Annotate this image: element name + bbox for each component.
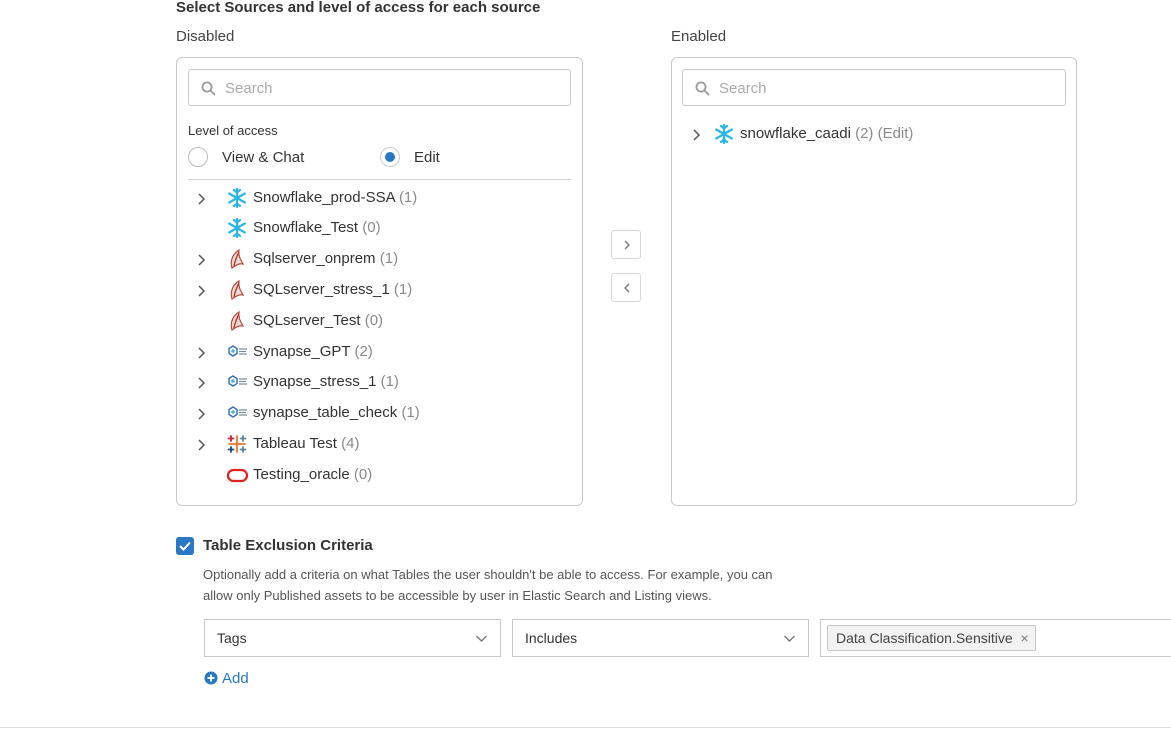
field-select[interactable]: Tags (204, 619, 501, 657)
disabled-label: Disabled (176, 28, 235, 45)
chevron-right-icon[interactable] (196, 192, 208, 206)
add-criteria-label: Add (222, 670, 249, 687)
chevron-left-icon (624, 283, 630, 293)
source-name: Testing_oracle (253, 466, 350, 483)
radio-edit-label[interactable]: Edit (414, 149, 440, 166)
radio-edit[interactable] (380, 147, 400, 167)
chevron-right-icon[interactable] (196, 376, 208, 390)
enabled-label: Enabled (671, 28, 727, 45)
source-name: Snowflake_prod-SSA (253, 189, 395, 206)
source-count: (2) (354, 343, 373, 360)
enabled-search-box[interactable] (682, 69, 1066, 107)
source-row[interactable]: Synapse_stress_1 (1) (196, 371, 566, 402)
field-select-value: Tags (217, 630, 247, 646)
source-count: (1) (398, 189, 418, 206)
source-row[interactable]: Snowflake_Test (0) (196, 217, 566, 248)
oracle-icon (226, 468, 248, 483)
divider (188, 179, 571, 180)
operator-select[interactable]: Includes (512, 619, 809, 657)
criteria-description-line2: allow only Published assets to be access… (203, 588, 712, 603)
tag-chip-label: Data Classification.Sensitive (836, 630, 1013, 646)
synapse-icon (228, 406, 247, 418)
checkmark-icon (179, 541, 191, 551)
radio-view-chat-label[interactable]: View & Chat (222, 149, 304, 166)
snowflake-icon (715, 123, 733, 145)
move-right-button[interactable] (611, 230, 641, 259)
source-row[interactable]: Sqlserver_onprem (1) (196, 248, 566, 279)
search-icon (201, 81, 216, 96)
operator-select-value: Includes (525, 630, 578, 646)
chevron-right-icon (624, 240, 630, 250)
source-row[interactable]: Synapse_GPT (2) (196, 341, 566, 372)
tag-remove-icon[interactable]: × (1020, 626, 1028, 650)
section-heading: Select Sources and level of access for e… (176, 0, 541, 16)
tag-value-input[interactable]: Data Classification.Sensitive × (820, 619, 1171, 657)
source-name: Sqlserver_onprem (253, 250, 376, 267)
sqlserver-icon (230, 310, 245, 331)
chevron-right-icon[interactable] (196, 407, 208, 421)
chevron-right-icon[interactable] (196, 253, 208, 267)
disabled-panel: Level of access View & Chat Edit Snowfla… (176, 57, 583, 506)
plus-circle-icon (204, 671, 218, 685)
disabled-search-input[interactable] (223, 70, 527, 107)
disabled-search-box[interactable] (188, 69, 571, 107)
source-name: SQLserver_stress_1 (253, 281, 390, 298)
source-row[interactable]: Testing_oracle (0) (196, 464, 566, 495)
criteria-title: Table Exclusion Criteria (203, 537, 373, 554)
tag-chip: Data Classification.Sensitive × (827, 625, 1036, 651)
source-count: (0) (362, 219, 381, 236)
source-row[interactable]: Snowflake_prod-SSA (1) (196, 187, 566, 218)
source-count: (1) (401, 404, 420, 421)
source-row[interactable]: Tableau Test (4) (196, 433, 566, 464)
source-name: synapse_table_check (253, 404, 398, 421)
sqlserver-icon (230, 248, 245, 269)
radio-view-chat[interactable] (188, 147, 208, 167)
source-name: snowflake_caadi (740, 125, 851, 142)
source-count: (1) (393, 281, 413, 298)
source-row[interactable]: synapse_table_check (1) (196, 402, 566, 433)
source-count: (0) (364, 312, 384, 329)
enabled-search-input[interactable] (717, 70, 1021, 107)
synapse-icon (228, 345, 247, 357)
source-count: (1) (379, 250, 399, 267)
source-count: (4) (341, 435, 360, 452)
search-icon (695, 81, 710, 96)
source-suffix: (2) (Edit) (855, 125, 914, 142)
source-name: Tableau Test (253, 435, 337, 452)
source-row[interactable]: SQLserver_stress_1 (1) (196, 279, 566, 310)
chevron-down-icon (784, 635, 795, 642)
enabled-panel: snowflake_caadi (2) (Edit) (671, 57, 1077, 506)
source-name: Synapse_GPT (253, 343, 351, 360)
synapse-icon (228, 375, 247, 387)
move-left-button[interactable] (611, 273, 641, 302)
source-row[interactable]: SQLserver_Test (0) (196, 310, 566, 341)
sqlserver-icon (230, 279, 245, 300)
chevron-right-icon[interactable] (196, 284, 208, 298)
snowflake-icon (228, 187, 246, 209)
chevron-right-icon[interactable] (196, 346, 208, 360)
source-name: Synapse_stress_1 (253, 373, 377, 390)
chevron-right-icon[interactable] (196, 438, 208, 452)
bottom-divider (0, 727, 1171, 728)
criteria-description-line1: Optionally add a criteria on what Tables… (203, 567, 773, 582)
chevron-right-icon[interactable] (691, 128, 703, 142)
tableau-icon (227, 435, 247, 453)
source-name: SQLserver_Test (253, 312, 361, 329)
chevron-down-icon (476, 635, 487, 642)
level-of-access-label: Level of access (188, 123, 278, 138)
criteria-checkbox[interactable] (176, 537, 194, 555)
enabled-source-row[interactable]: snowflake_caadi (2) (Edit) (691, 123, 1061, 154)
source-count: (0) (353, 466, 373, 483)
snowflake-icon (228, 217, 246, 239)
source-name: Snowflake_Test (253, 219, 359, 236)
source-count: (1) (380, 373, 399, 390)
